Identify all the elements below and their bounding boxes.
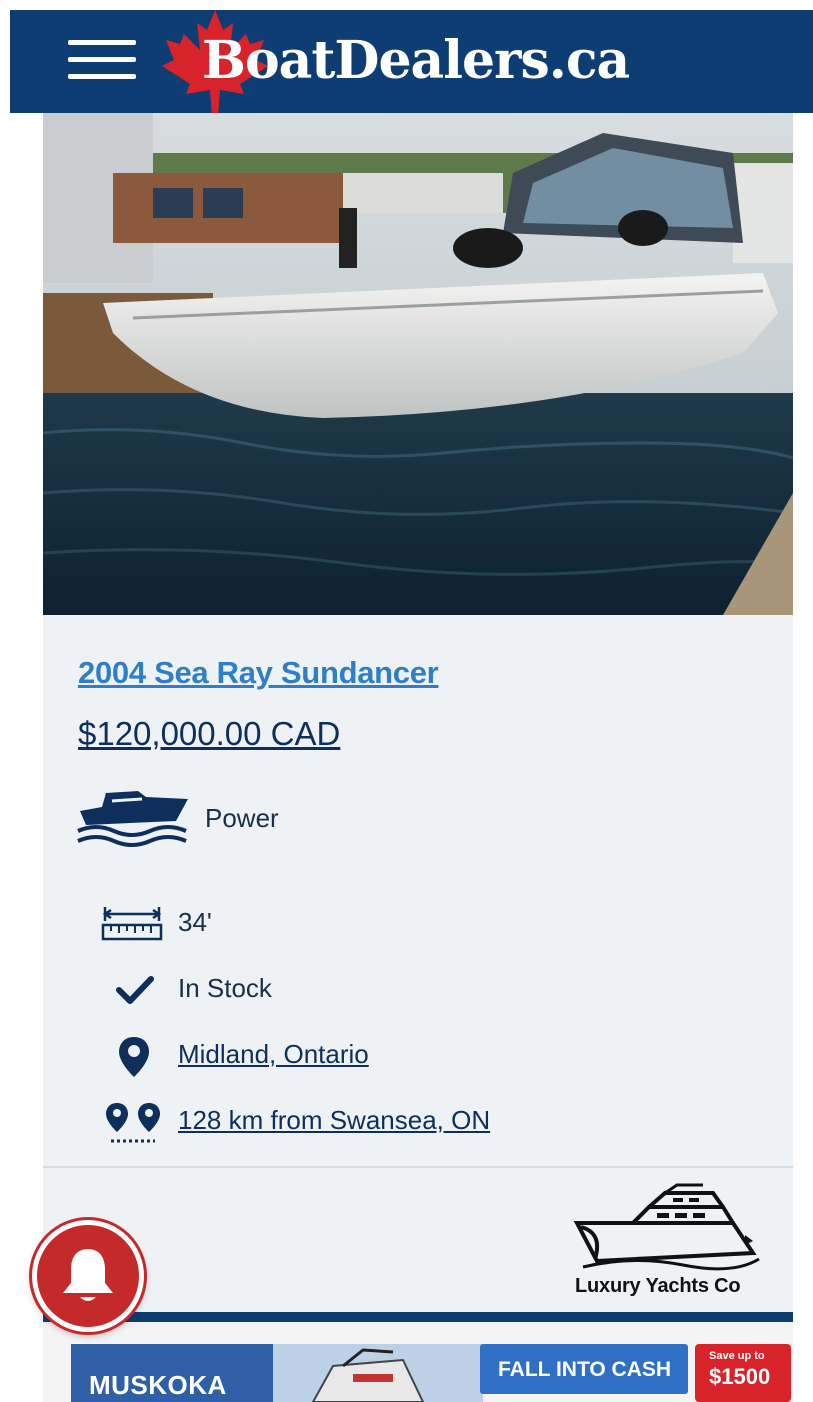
boat-type-label: Power xyxy=(205,803,279,833)
distance-link[interactable]: 128 km from Swansea, ON xyxy=(178,1105,490,1136)
notification-bell-button[interactable] xyxy=(32,1220,144,1332)
location-pin-icon xyxy=(117,1035,151,1084)
ad-savings-badge: Save up to $1500 xyxy=(695,1344,791,1402)
location-link[interactable]: Midland, Ontario xyxy=(178,1039,369,1070)
listing-title-link[interactable]: 2004 Sea Ray Sundancer xyxy=(78,655,439,691)
distance-pins-icon xyxy=(103,1101,163,1152)
ad-boat-image xyxy=(273,1344,483,1402)
ad-cta-button[interactable]: FALL INTO CASH xyxy=(480,1344,688,1394)
bell-icon xyxy=(63,1249,113,1301)
listing-card: 2004 Sea Ray Sundancer $120,000.00 CAD P… xyxy=(43,615,793,1312)
ad-banner[interactable]: MUSKOKA FALL INTO CASH Save up to $1500 xyxy=(43,1322,793,1402)
spec-length: 34' xyxy=(43,899,793,949)
spec-stock: In Stock xyxy=(43,965,793,1015)
ad-left-text: MUSKOKA xyxy=(89,1370,227,1400)
brand-name: BoatDealers.ca xyxy=(202,30,630,91)
dealer-name[interactable]: Luxury Yachts Co xyxy=(575,1275,741,1298)
length-ruler-icon xyxy=(101,903,163,948)
power-boat-icon xyxy=(76,787,192,854)
section-divider-bar xyxy=(43,1312,793,1322)
ad-left-panel: MUSKOKA xyxy=(71,1344,273,1402)
boat-listing-photo[interactable] xyxy=(43,113,793,615)
spec-length-text: 34' xyxy=(178,907,212,937)
spec-location: Midland, Ontario xyxy=(43,1031,793,1081)
spec-distance: 128 km from Swansea, ON xyxy=(43,1097,793,1147)
spec-stock-text: In Stock xyxy=(178,973,272,1003)
listing-price[interactable]: $120,000.00 CAD xyxy=(78,715,340,753)
ad-badge-small-text: Save up to xyxy=(709,1350,765,1362)
site-logo[interactable]: BoatDealers.ca xyxy=(160,8,640,116)
ad-cta-text: FALL INTO CASH xyxy=(498,1358,672,1381)
card-divider xyxy=(43,1166,793,1168)
hamburger-menu-icon[interactable] xyxy=(68,40,136,80)
top-navbar: BoatDealers.ca xyxy=(10,8,813,116)
checkmark-icon xyxy=(115,975,155,1010)
ad-badge-big-text: $1500 xyxy=(709,1364,771,1389)
